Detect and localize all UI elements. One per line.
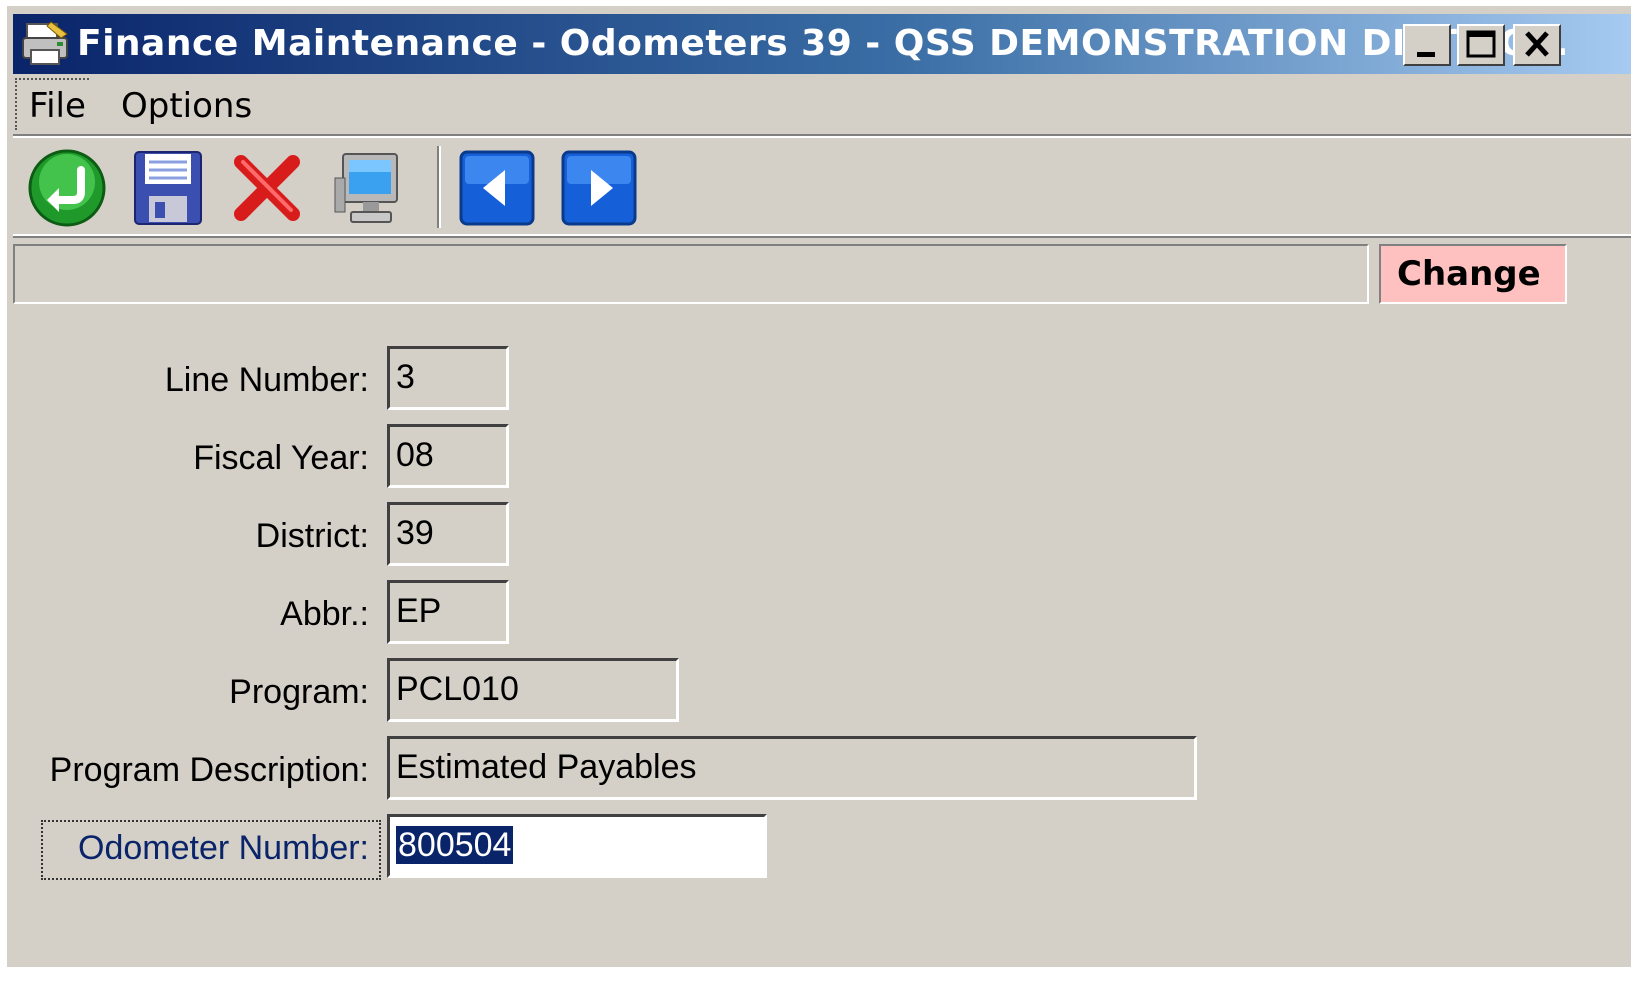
close-button[interactable] (1513, 24, 1561, 66)
blue-left-arrow-icon (459, 150, 535, 226)
line-number-label: Line Number: (164, 361, 369, 399)
program-description-field[interactable]: Estimated Payables (387, 736, 1197, 800)
computer-monitor-icon (334, 153, 398, 223)
save-button[interactable] (127, 148, 207, 228)
delete-button[interactable] (227, 148, 307, 228)
minimize-icon (1417, 52, 1435, 57)
abbr-label: Abbr.: (280, 595, 369, 633)
menu-options[interactable]: Options (121, 86, 252, 126)
menu-file[interactable]: File (29, 86, 86, 126)
toolbar-separator (437, 146, 441, 228)
red-x-icon (234, 155, 300, 221)
line-number-field[interactable]: 3 (387, 346, 509, 410)
title-bar[interactable]: Finance Maintenance - Odometers 39 - QSS… (13, 14, 1631, 74)
program-field[interactable]: PCL010 (387, 658, 679, 722)
app-window: Finance Maintenance - Odometers 39 - QSS… (7, 6, 1631, 967)
maximize-icon (1466, 30, 1496, 58)
district-field[interactable]: 39 (387, 502, 509, 566)
minimize-button[interactable] (1403, 24, 1451, 66)
accept-button[interactable] (27, 148, 107, 228)
blue-right-arrow-icon (561, 150, 637, 226)
program-description-label: Program Description: (49, 751, 369, 789)
odometer-number-input[interactable]: 800504 (387, 814, 767, 878)
floppy-disk-icon (134, 151, 202, 225)
toolbar (13, 134, 1631, 238)
green-check-return-icon (28, 149, 106, 227)
printer-app-icon (21, 20, 71, 68)
odometer-number-selected-text: 800504 (396, 826, 514, 864)
district-label: District: (255, 517, 369, 555)
program-label: Program: (229, 673, 369, 711)
mode-badge: Change (1379, 244, 1567, 304)
abbr-field[interactable]: EP (387, 580, 509, 644)
odometer-number-label: Odometer Number: (78, 829, 369, 867)
computer-button[interactable] (329, 148, 409, 228)
previous-button[interactable] (457, 148, 537, 228)
fiscal-year-label: Fiscal Year: (193, 439, 369, 477)
fiscal-year-field[interactable]: 08 (387, 424, 509, 488)
window-title: Finance Maintenance - Odometers 39 - QSS… (77, 23, 1569, 64)
next-button[interactable] (559, 148, 639, 228)
maximize-button[interactable] (1457, 24, 1505, 66)
close-icon (1525, 31, 1549, 57)
menu-bar: File Options (13, 78, 1631, 134)
status-message-field (13, 244, 1369, 304)
